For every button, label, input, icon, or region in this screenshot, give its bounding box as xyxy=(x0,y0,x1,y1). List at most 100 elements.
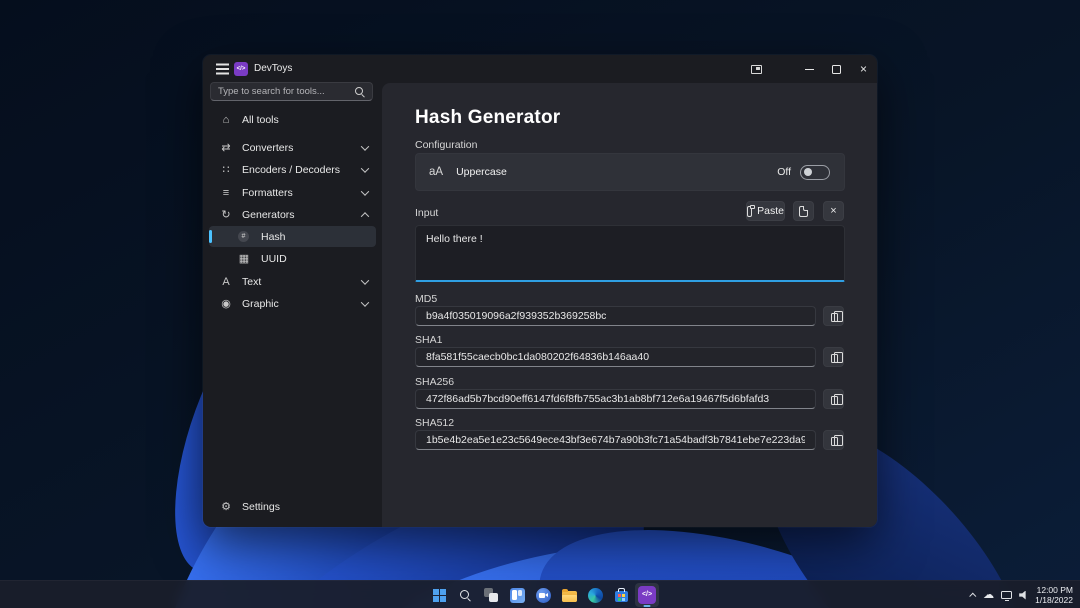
devtoys-window: </> DevToys × ⌂ All tools ⇄ Converters xyxy=(203,55,877,527)
sha512-output-field[interactable]: 1b5e4b2ea5e1e23c5649ece43bf3e674b7a90b3f… xyxy=(415,430,816,450)
close-icon: × xyxy=(860,63,867,75)
input-label: Input xyxy=(415,207,438,219)
open-file-button[interactable] xyxy=(793,201,814,221)
sha256-value: 472f86ad5b7bcd90eff6147fd6f8fb755ac3b1ab… xyxy=(426,393,769,405)
sha256-label: SHA256 xyxy=(415,376,454,388)
sidebar: ⌂ All tools ⇄ Converters ∷ Encoders / De… xyxy=(203,55,382,527)
converters-icon: ⇄ xyxy=(219,141,233,154)
devtoys-taskbar-button[interactable]: </> xyxy=(635,583,659,607)
sha256-output-field[interactable]: 472f86ad5b7bcd90eff6147fd6f8fb755ac3b1ab… xyxy=(415,389,816,409)
uppercase-setting-card: aA Uppercase Off xyxy=(415,153,845,191)
taskbar: </> ☁ 12:00 PM 1/18/2022 xyxy=(0,580,1080,608)
copy-icon xyxy=(831,396,838,405)
start-button[interactable] xyxy=(427,583,451,607)
edge-icon xyxy=(588,588,603,603)
copy-icon xyxy=(831,313,838,322)
hash-generator-panel: Hash Generator Configuration aA Uppercas… xyxy=(382,83,877,527)
toggle-knob xyxy=(804,168,812,176)
sidebar-item-hash[interactable]: # Hash xyxy=(209,226,376,247)
sha512-copy-button[interactable] xyxy=(823,430,844,450)
minimize-button[interactable] xyxy=(796,55,823,83)
uppercase-option-label: Uppercase xyxy=(456,166,507,178)
sidebar-item-graphic[interactable]: ◉ Graphic xyxy=(209,293,376,314)
uppercase-toggle[interactable] xyxy=(800,165,830,180)
chevron-down-icon[interactable] xyxy=(361,298,369,306)
sha1-copy-button[interactable] xyxy=(823,347,844,367)
close-button[interactable]: × xyxy=(850,55,877,83)
minimize-icon xyxy=(805,69,814,70)
sidebar-item-label: Hash xyxy=(261,231,368,243)
selection-indicator xyxy=(209,230,212,243)
chevron-up-icon[interactable] xyxy=(361,212,369,220)
chat-button[interactable] xyxy=(531,583,555,607)
chevron-down-icon[interactable] xyxy=(361,164,369,172)
sidebar-item-encoders-decoders[interactable]: ∷ Encoders / Decoders xyxy=(209,159,376,180)
windows-start-icon xyxy=(433,589,446,602)
chevron-down-icon[interactable] xyxy=(361,142,369,150)
edge-button[interactable] xyxy=(583,583,607,607)
md5-copy-button[interactable] xyxy=(823,306,844,326)
compact-overlay-button[interactable] xyxy=(743,55,770,83)
sidebar-item-label: All tools xyxy=(242,114,368,126)
search-input[interactable] xyxy=(218,86,355,97)
microsoft-store-icon xyxy=(615,591,628,602)
taskbar-search-button[interactable] xyxy=(453,583,477,607)
sha1-output-field[interactable]: 8fa581f55caecb0bc1da080202f64836b146aa40 xyxy=(415,347,816,367)
md5-value: b9a4f035019096a2f939352b369258bc xyxy=(426,310,606,322)
microsoft-store-button[interactable] xyxy=(609,583,633,607)
gear-icon: ⚙ xyxy=(219,500,233,513)
file-explorer-icon xyxy=(562,591,577,602)
devtoys-icon: </> xyxy=(638,586,656,604)
paste-button[interactable]: Paste xyxy=(746,201,785,221)
search-icon xyxy=(459,589,471,601)
chevron-down-icon[interactable] xyxy=(361,187,369,195)
taskbar-center: </> xyxy=(427,583,659,607)
maximize-button[interactable] xyxy=(823,55,850,83)
sidebar-item-generators[interactable]: ↻ Generators xyxy=(209,204,376,225)
clock[interactable]: 12:00 PM 1/18/2022 xyxy=(1035,585,1073,606)
compact-overlay-icon xyxy=(751,65,762,74)
sidebar-item-text[interactable]: A Text xyxy=(209,271,376,292)
sidebar-item-label: UUID xyxy=(261,253,368,265)
sidebar-item-label: Encoders / Decoders xyxy=(242,164,362,176)
clear-icon: × xyxy=(830,206,836,217)
md5-output-field[interactable]: b9a4f035019096a2f939352b369258bc xyxy=(415,306,816,326)
tray-overflow-chevron-icon[interactable] xyxy=(969,592,976,599)
sidebar-item-label: Graphic xyxy=(242,298,362,310)
uuid-icon: ▦ xyxy=(237,252,251,265)
chevron-down-icon[interactable] xyxy=(361,276,369,284)
configuration-label: Configuration xyxy=(415,139,477,151)
md5-label: MD5 xyxy=(415,293,437,305)
home-icon: ⌂ xyxy=(219,114,233,126)
sidebar-item-converters[interactable]: ⇄ Converters xyxy=(209,137,376,158)
sidebar-item-formatters[interactable]: ≡ Formatters xyxy=(209,182,376,203)
copy-icon xyxy=(831,354,838,363)
widgets-icon xyxy=(510,588,525,603)
task-view-button[interactable] xyxy=(479,583,503,607)
encoders-decoders-icon: ∷ xyxy=(219,163,233,176)
sidebar-item-all-tools[interactable]: ⌂ All tools xyxy=(209,109,376,130)
search-icon[interactable] xyxy=(355,87,365,97)
uppercase-icon: aA xyxy=(429,166,443,178)
clear-input-button[interactable]: × xyxy=(823,201,844,221)
sha512-label: SHA512 xyxy=(415,417,454,429)
sidebar-item-label: Generators xyxy=(242,209,362,221)
sha256-copy-button[interactable] xyxy=(823,389,844,409)
graphic-icon: ◉ xyxy=(219,297,233,310)
sidebar-item-label: Text xyxy=(242,276,362,288)
volume-icon[interactable] xyxy=(1019,591,1028,600)
sidebar-item-label: Formatters xyxy=(242,187,362,199)
clipboard-icon xyxy=(747,206,752,217)
sidebar-item-settings[interactable]: ⚙ Settings xyxy=(209,496,376,517)
network-icon[interactable] xyxy=(1001,591,1012,599)
file-explorer-button[interactable] xyxy=(557,583,581,607)
text-icon: A xyxy=(219,276,233,288)
onedrive-cloud-icon[interactable]: ☁ xyxy=(983,589,994,601)
sidebar-item-label: Converters xyxy=(242,142,362,154)
widgets-button[interactable] xyxy=(505,583,529,607)
system-tray: ☁ 12:00 PM 1/18/2022 xyxy=(971,581,1073,608)
sidebar-item-uuid[interactable]: ▦ UUID xyxy=(209,248,376,269)
tool-search-box[interactable] xyxy=(210,82,373,101)
sha1-label: SHA1 xyxy=(415,334,442,346)
input-textarea[interactable]: Hello there ! xyxy=(415,225,845,282)
